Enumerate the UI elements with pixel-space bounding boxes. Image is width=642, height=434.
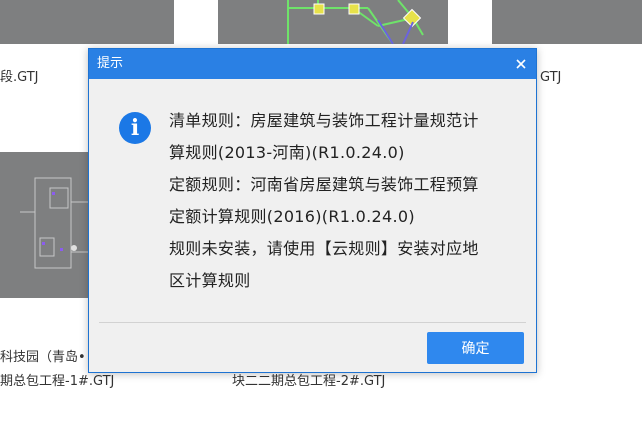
message-line: 清单规则：房屋建筑与装饰工程计量规范计 — [169, 111, 479, 130]
dialog-title: 提示 — [97, 56, 124, 71]
file-thumbnail-1[interactable] — [0, 0, 174, 44]
floor-plan-drawing — [20, 177, 96, 269]
message-line: 定额规则：河南省房屋建筑与装饰工程预算 — [169, 175, 479, 194]
ok-button[interactable]: 确定 — [427, 332, 524, 364]
dialog-divider — [99, 322, 526, 323]
message-line: 算规则(2013-河南)(R1.0.24.0) — [169, 143, 405, 162]
close-icon — [516, 59, 526, 69]
file-thumbnail-2[interactable] — [218, 0, 448, 44]
info-icon: i — [119, 112, 151, 144]
file-label-3[interactable]: 科技园（青岛• — [0, 350, 86, 366]
file-label-4[interactable]: 期总包工程-1#.GTJ — [0, 374, 114, 390]
file-label-1[interactable]: 段.GTJ — [0, 70, 39, 86]
message-line: 规则未安装，请使用【云规则】安装对应地 — [169, 239, 479, 258]
file-label-5[interactable]: 块二二期总包工程-2#.GTJ — [232, 374, 385, 390]
file-label-2[interactable]: GTJ — [540, 70, 561, 86]
message-line: 区计算规则 — [169, 271, 251, 290]
dialog-message: 清单规则：房屋建筑与装饰工程计量规范计 算规则(2013-河南)(R1.0.24… — [169, 105, 514, 297]
file-thumbnail-3[interactable] — [492, 0, 642, 44]
file-thumbnail-4[interactable] — [0, 152, 96, 298]
message-line: 定额计算规则(2016)(R1.0.24.0) — [169, 207, 415, 226]
prompt-dialog: 提示 i 清单规则：房屋建筑与装饰工程计量规范计 算规则(2013-河南)(R1… — [88, 48, 537, 373]
close-button[interactable] — [510, 53, 532, 75]
floor-plan-drawing — [287, 0, 424, 44]
dialog-titlebar[interactable]: 提示 — [89, 49, 536, 79]
